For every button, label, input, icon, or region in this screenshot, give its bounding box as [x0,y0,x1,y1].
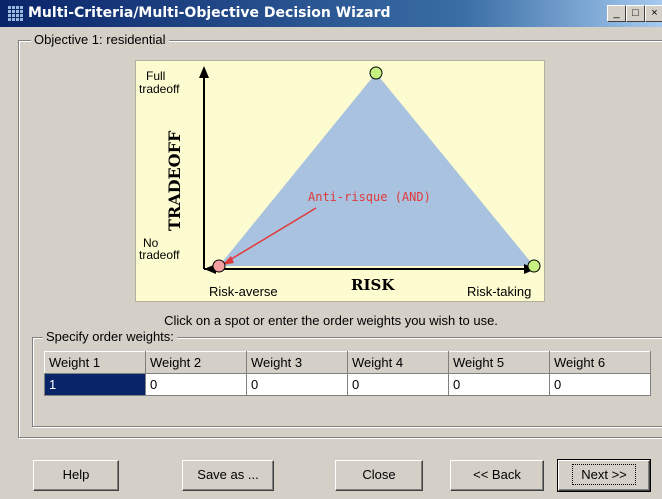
weight-cell[interactable]: 0 [448,373,550,396]
minimize-icon[interactable]: _ [607,5,626,22]
y-top-label-2: tradeoff [139,82,180,96]
weights-header-row: Weight 1 Weight 2 Weight 3 Weight 4 Weig… [44,351,651,374]
weights-legend: Specify order weights: [43,329,177,344]
close-icon[interactable]: × [645,5,662,22]
x-axis-label: RISK [351,276,395,294]
full-tradeoff-point[interactable] [369,66,383,80]
weights-table: Weight 1 Weight 2 Weight 3 Weight 4 Weig… [44,351,651,396]
close-button[interactable]: Close [335,460,423,491]
instruction-text: Click on a spot or enter the order weigh… [164,313,498,328]
weight-header: Weight 3 [246,351,348,374]
weight-header: Weight 1 [44,351,146,374]
tradeoff-risk-chart[interactable]: TRADEOFF Full tradeoff No tradeoff Risk-… [135,60,545,302]
y-axis-label: TRADEOFF [165,130,184,231]
weight-cell[interactable]: 0 [145,373,247,396]
y-top-label-1: Full [146,69,165,83]
weight-cell[interactable]: 0 [246,373,348,396]
annotation-label: Anti-risque (AND) [308,190,431,204]
x-left-label: Risk-averse [209,284,278,299]
risk-taking-point[interactable] [527,259,541,273]
chart-canvas[interactable]: TRADEOFF Full tradeoff No tradeoff Risk-… [136,61,544,301]
decision-triangle[interactable] [219,73,534,266]
risk-averse-point[interactable] [212,259,226,273]
y-axis-arrow [199,66,209,78]
help-button[interactable]: Help [33,460,119,491]
weight-header: Weight 6 [549,351,651,374]
back-button[interactable]: << Back [450,460,544,491]
save-as-button[interactable]: Save as ... [182,460,274,491]
weight-header: Weight 2 [145,351,247,374]
window-title: Multi-Criteria/Multi-Objective Decision … [28,5,391,21]
weight-cell[interactable]: 0 [549,373,651,396]
x-right-label: Risk-taking [467,284,531,299]
weight-header: Weight 4 [347,351,449,374]
weight-cell[interactable]: 1 [44,373,146,396]
maximize-icon[interactable]: □ [626,5,645,22]
title-bar: Multi-Criteria/Multi-Objective Decision … [0,0,662,27]
next-button[interactable]: Next >> [557,459,651,492]
weight-header: Weight 5 [448,351,550,374]
app-grid-icon [8,6,23,21]
weights-value-row: 1 0 0 0 0 0 [44,373,651,396]
weight-cell[interactable]: 0 [347,373,449,396]
next-button-label: Next >> [572,464,636,485]
y-bottom-label-2: tradeoff [139,248,180,262]
objective-legend: Objective 1: residential [31,32,169,47]
